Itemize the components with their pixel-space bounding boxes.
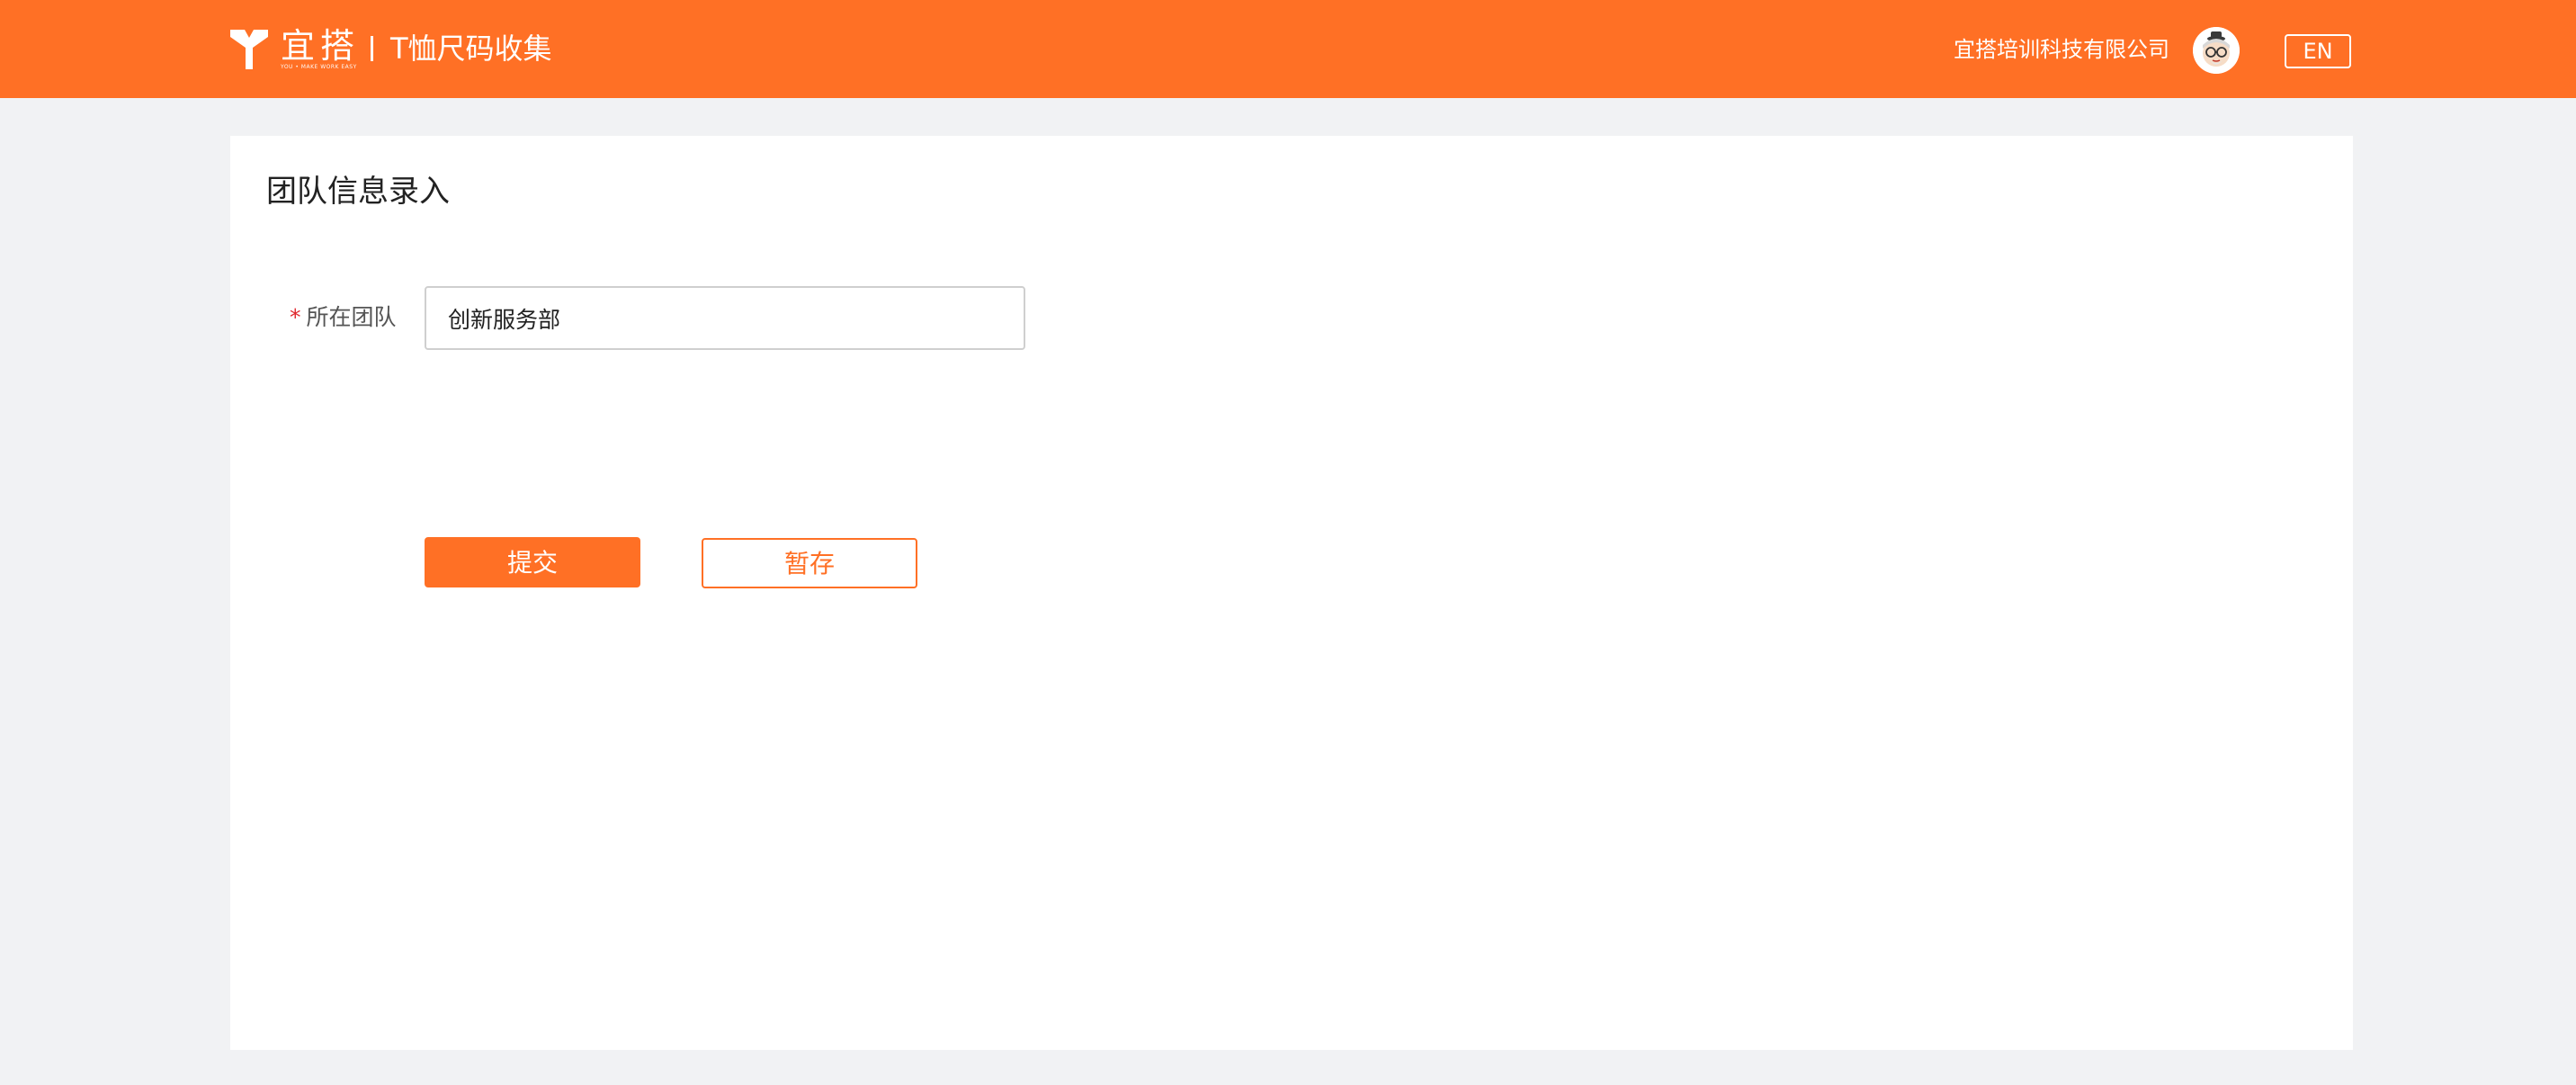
user-avatar[interactable] bbox=[2193, 27, 2240, 74]
logo-slogan: YOU • MAKE WORK EASY bbox=[281, 64, 357, 70]
save-draft-button[interactable]: 暂存 bbox=[702, 538, 917, 588]
avatar-face-icon bbox=[2193, 27, 2240, 74]
submit-button[interactable]: 提交 bbox=[425, 537, 640, 587]
logo-text: 宜搭 bbox=[281, 26, 361, 66]
header-divider bbox=[371, 36, 373, 61]
language-toggle-button[interactable]: EN bbox=[2285, 34, 2351, 68]
form-panel: 团队信息录入 *所在团队 提交 暂存 bbox=[230, 136, 2353, 1050]
required-mark: * bbox=[290, 304, 301, 330]
page-title: 团队信息录入 bbox=[266, 174, 450, 210]
team-field-label: * 所在团队 bbox=[290, 300, 397, 336]
top-header-bar: 宜搭 YOU • MAKE WORK EASY T恤尺码收集 宜搭培训科技有限公… bbox=[0, 0, 2576, 98]
app-logo[interactable]: 宜搭 YOU • MAKE WORK EASY bbox=[230, 27, 360, 72]
app-title: T恤尺码收集 bbox=[390, 31, 552, 66]
team-input[interactable] bbox=[425, 286, 1025, 350]
yida-logo-icon bbox=[230, 30, 268, 69]
company-name[interactable]: 宜搭培训科技有限公司 bbox=[1954, 34, 2169, 65]
team-label-text: 所在团队 bbox=[306, 304, 397, 330]
